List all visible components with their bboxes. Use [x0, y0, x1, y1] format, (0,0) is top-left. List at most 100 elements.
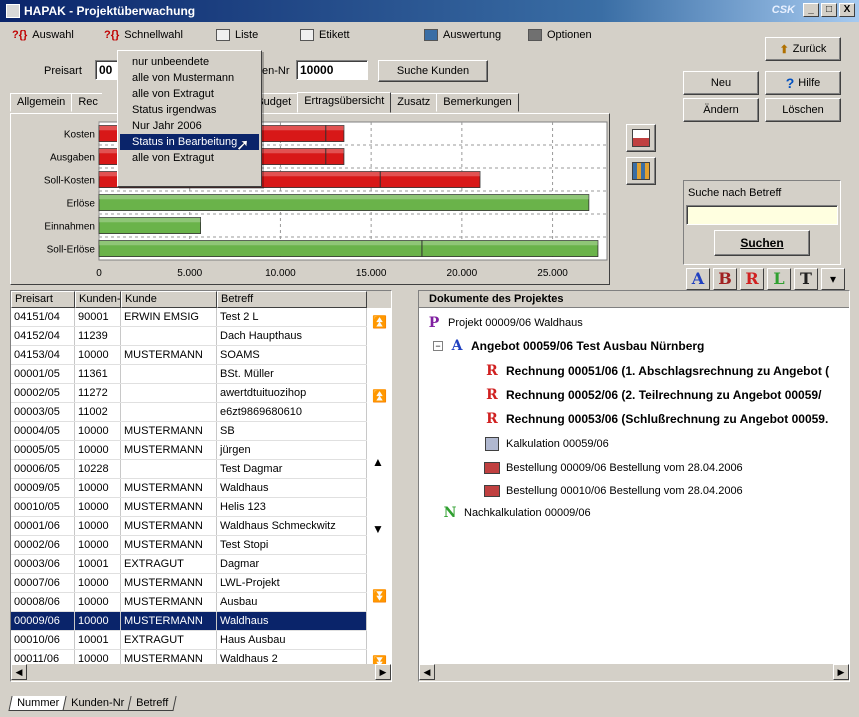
table-cell: SB: [217, 422, 367, 440]
table-cell: MUSTERMANN: [121, 346, 217, 364]
table-row[interactable]: 00010/05 10000 MUSTERMANN Helis 123: [11, 498, 391, 517]
menu-liste[interactable]: Liste: [210, 27, 290, 43]
tab-kunden-nr[interactable]: Kunden-Nr: [62, 696, 133, 711]
loeschen-button[interactable]: Löschen: [765, 98, 841, 122]
table-cell: 00009/06: [11, 612, 75, 630]
table-row[interactable]: 00005/05 10000 MUSTERMANN jürgen: [11, 441, 391, 460]
dropdown-item[interactable]: Nur Jahr 2006: [120, 118, 259, 134]
format-dropdown-icon[interactable]: ▾: [821, 268, 845, 290]
table-row[interactable]: 00004/05 10000 MUSTERMANN SB: [11, 422, 391, 441]
tree-bestellung-2[interactable]: Bestellung 00010/06 Bestellung vom 28.04…: [483, 483, 743, 499]
table-cell: 04151/04: [11, 308, 75, 326]
tab-ertragsuebersicht[interactable]: Ertragsübersicht: [297, 92, 392, 113]
suche-kunden-button[interactable]: Suche Kunden: [378, 60, 488, 82]
table-cell: 10000: [75, 536, 121, 554]
table-cell: Test Stopi: [217, 536, 367, 554]
table-row[interactable]: 00006/05 10228 Test Dagmar: [11, 460, 391, 479]
format-a-icon[interactable]: A: [686, 268, 710, 290]
app-logo-icon: [6, 4, 20, 18]
menu-auswertung[interactable]: Auswertung: [418, 27, 518, 43]
table-row[interactable]: 00007/06 10000 MUSTERMANN LWL-Projekt: [11, 574, 391, 593]
kunden-nr-field[interactable]: 10000: [296, 60, 368, 80]
scroll-left-icon[interactable]: ◀: [419, 664, 435, 680]
column-header-betreff[interactable]: Betreff: [217, 291, 367, 308]
table-row[interactable]: 00009/06 10000 MUSTERMANN Waldhaus: [11, 612, 391, 631]
table-row[interactable]: 00003/05 11002 e6zt9869680610: [11, 403, 391, 422]
table-row[interactable]: 00010/06 10001 EXTRAGUT Haus Ausbau: [11, 631, 391, 650]
search-input[interactable]: [686, 205, 838, 225]
horizontal-scrollbar[interactable]: ◀ ▶: [11, 664, 391, 681]
aendern-button[interactable]: Ändern: [683, 98, 759, 122]
chart-type-bar-button[interactable]: [626, 124, 656, 152]
scroll-page-up-icon[interactable]: ⏫: [372, 390, 387, 402]
vertical-scroll-controls: ⏫ ⏫ ▲ ▼ ⏬ ⏬: [367, 308, 391, 668]
tree-rechnung-2[interactable]: R Rechnung 00052/06 (2. Teilrechnung zu …: [483, 387, 821, 403]
menu-etikett[interactable]: Etikett: [294, 27, 414, 43]
table-cell: Waldhaus: [217, 479, 367, 497]
dropdown-item[interactable]: alle von Mustermann: [120, 70, 259, 86]
column-header-preisart[interactable]: Preisart: [11, 291, 75, 308]
scroll-up-icon[interactable]: ▲: [372, 456, 384, 468]
format-r-icon[interactable]: R: [740, 268, 764, 290]
table-row[interactable]: 00003/06 10001 EXTRAGUT Dagmar: [11, 555, 391, 574]
table-row[interactable]: 00001/05 11361 BSt. Müller: [11, 365, 391, 384]
column-header-kunde[interactable]: Kunde: [121, 291, 217, 308]
tab-rec[interactable]: Rec: [71, 93, 104, 112]
tree-nachkalkulation[interactable]: N Nachkalkulation 00009/06: [441, 505, 591, 521]
tree-rechnung-3[interactable]: R Rechnung 00053/06 (Schlußrechnung zu A…: [483, 411, 828, 427]
tab-nummer[interactable]: Nummer: [8, 696, 68, 711]
dropdown-item[interactable]: Status irgendwas: [120, 102, 259, 118]
column-header-kunden-nr[interactable]: Kunden-Nr: [75, 291, 121, 308]
hilfe-button[interactable]: ? Hilfe: [765, 71, 841, 95]
tab-betreff[interactable]: Betreff: [127, 696, 178, 711]
tab-zusatz[interactable]: Zusatz: [390, 93, 438, 112]
sort-tabs: Nummer Kunden-Nr Betreff: [8, 696, 178, 711]
menu-optionen[interactable]: Optionen: [522, 27, 598, 43]
scroll-down-icon[interactable]: ▼: [372, 523, 384, 535]
table-row[interactable]: 04153/04 10000 MUSTERMANN SOAMS: [11, 346, 391, 365]
format-b-icon[interactable]: B: [713, 268, 737, 290]
tab-allgemein[interactable]: Allgemein: [10, 93, 73, 112]
dropdown-item[interactable]: alle von Extragut: [120, 86, 259, 102]
tree-rechnung-1[interactable]: R Rechnung 00051/06 (1. Abschlagsrechnun…: [483, 363, 829, 379]
chart-type-column-button[interactable]: [626, 157, 656, 185]
menu-label: Liste: [235, 29, 259, 41]
maximize-button[interactable]: □: [821, 3, 837, 17]
preisart-field[interactable]: 00: [95, 60, 119, 80]
menu-auswahl[interactable]: ?{} Auswahl: [6, 27, 94, 43]
neu-button[interactable]: Neu: [683, 71, 759, 95]
table-cell: SOAMS: [217, 346, 367, 364]
table-row[interactable]: 04151/04 90001 ERWIN EMSIG Test 2 L: [11, 308, 391, 327]
scroll-left-icon[interactable]: ◀: [11, 664, 27, 680]
tab-bemerkungen[interactable]: Bemerkungen: [436, 93, 519, 112]
minimize-button[interactable]: _: [803, 3, 819, 17]
doc-horizontal-scrollbar[interactable]: ◀ ▶: [419, 664, 849, 681]
table-cell: Test Dagmar: [217, 460, 367, 478]
scroll-page-down-icon[interactable]: ⏬: [372, 590, 387, 602]
table-row[interactable]: 00009/05 10000 MUSTERMANN Waldhaus: [11, 479, 391, 498]
suchen-button[interactable]: Suchen: [714, 230, 810, 256]
scroll-right-icon[interactable]: ▶: [375, 664, 391, 680]
tree-label: Bestellung 00009/06 Bestellung vom 28.04…: [506, 462, 743, 474]
close-button[interactable]: X: [839, 3, 855, 17]
dropdown-item[interactable]: nur unbeendete: [120, 54, 259, 70]
table-row[interactable]: 00002/06 10000 MUSTERMANN Test Stopi: [11, 536, 391, 555]
tree-bestellung-1[interactable]: Bestellung 00009/06 Bestellung vom 28.04…: [483, 460, 743, 476]
table-row[interactable]: 00008/06 10000 MUSTERMANN Ausbau: [11, 593, 391, 612]
tree-kalkulation[interactable]: Kalkulation 00059/06: [483, 436, 609, 452]
report-icon: [424, 29, 438, 41]
scroll-top-icon[interactable]: ⏫: [372, 316, 387, 328]
collapse-icon[interactable]: −: [433, 341, 443, 351]
rechnung-icon: R: [486, 363, 498, 379]
format-l-icon[interactable]: L: [767, 268, 791, 290]
menu-schnellwahl[interactable]: ?{} Schnellwahl: [98, 27, 206, 43]
tree-project[interactable]: P Projekt 00009/06 Waldhaus: [425, 315, 583, 331]
table-row[interactable]: 04152/04 11239 Dach Haupthaus: [11, 327, 391, 346]
scroll-right-icon[interactable]: ▶: [833, 664, 849, 680]
table-row[interactable]: 00001/06 10000 MUSTERMANN Waldhaus Schmeckw…: [11, 517, 391, 536]
zurueck-button[interactable]: ⬆ Zurück: [765, 37, 841, 61]
format-t-icon[interactable]: T: [794, 268, 818, 290]
table-cell: LWL-Projekt: [217, 574, 367, 592]
tree-angebot[interactable]: − A Angebot 00059/06 Test Ausbau Nürnber…: [433, 338, 704, 354]
table-row[interactable]: 00002/05 11272 awertdtuituozihop: [11, 384, 391, 403]
